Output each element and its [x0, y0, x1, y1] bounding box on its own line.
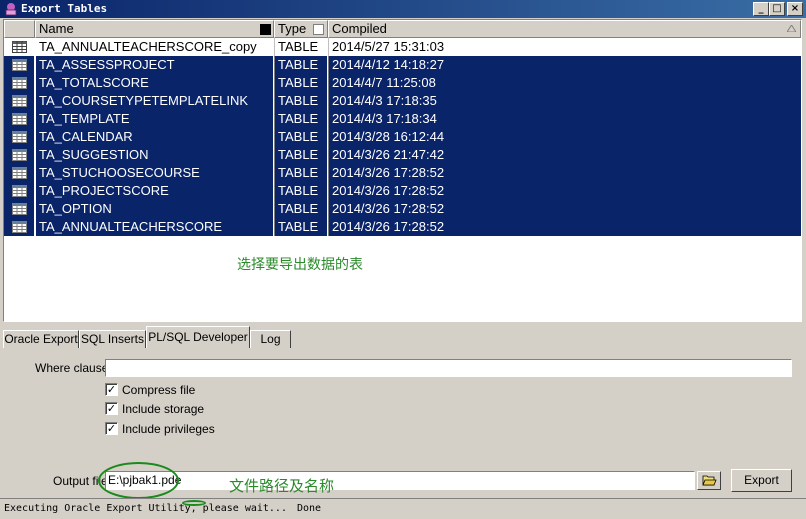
minimize-button[interactable]: _ [753, 2, 769, 16]
cell-compiled: 2014/3/26 17:28:52 [328, 182, 801, 200]
close-button[interactable]: × [787, 2, 803, 16]
header-icon-col [4, 20, 35, 38]
table-icon [4, 182, 34, 200]
maximize-button[interactable]: □ [769, 2, 785, 16]
table-row[interactable]: TA_OPTION TABLE 2014/3/26 17:28:52 [4, 200, 801, 218]
table-icon [4, 218, 34, 236]
table-icon [4, 110, 34, 128]
export-button[interactable]: Export [731, 469, 792, 492]
tab-plsql-developer[interactable]: PL/SQL Developer [146, 326, 250, 348]
cell-compiled: 2014/4/3 17:18:35 [328, 92, 801, 110]
cell-name: TA_ASSESSPROJECT [36, 56, 273, 74]
cell-type: TABLE [274, 110, 327, 128]
cell-type: TABLE [274, 74, 327, 92]
cell-compiled: 2014/4/3 17:18:34 [328, 110, 801, 128]
cell-compiled: 2014/3/26 17:28:52 [328, 164, 801, 182]
table-row[interactable]: TA_STUCHOOSECOURSE TABLE 2014/3/26 17:28:5… [4, 164, 801, 182]
cell-type: TABLE [274, 56, 327, 74]
table-icon [4, 56, 34, 74]
cell-compiled: 2014/3/26 21:47:42 [328, 146, 801, 164]
header-name-label: Name [39, 21, 74, 36]
header-name[interactable]: Name [35, 20, 274, 38]
cell-name: TA_PROJECTSCORE [36, 182, 273, 200]
cell-name: TA_SUGGESTION [36, 146, 273, 164]
compress-file-checkbox[interactable]: ✓ [105, 383, 118, 396]
cell-compiled: 2014/4/12 14:18:27 [328, 56, 801, 74]
cell-type: TABLE [274, 92, 327, 110]
cell-compiled: 2014/3/28 16:12:44 [328, 128, 801, 146]
cell-name: TA_TOTALSCORE [36, 74, 273, 92]
status-bar: Executing Oracle Export Utility, please … [0, 498, 806, 519]
select-tables-annotation: 选择要导出数据的表 [237, 256, 363, 272]
cell-type: TABLE [274, 218, 327, 236]
table-icon [4, 164, 34, 182]
compress-file-label: Compress file [122, 383, 196, 397]
folder-open-icon [702, 475, 717, 486]
cell-type: TABLE [274, 164, 327, 182]
tables-grid[interactable]: Name Type Compiled TA_ANNUALTEACHERSCORE… [3, 19, 802, 322]
table-icon [4, 200, 34, 218]
cell-name: TA_CALENDAR [36, 128, 273, 146]
table-icon [4, 128, 34, 146]
table-row[interactable]: TA_COURSETYPETEMPLATELINK TABLE 2014/4/3 1… [4, 92, 801, 110]
cell-type: TABLE [274, 146, 327, 164]
where-clause-label: Where clause [35, 361, 109, 375]
table-row[interactable]: TA_TEMPLATE TABLE 2014/4/3 17:18:34 [4, 110, 801, 128]
grid-header: Name Type Compiled [4, 20, 801, 38]
status-message: Executing Oracle Export Utility, please … [4, 503, 287, 514]
tab-oracle-export[interactable]: Oracle Export [3, 330, 79, 348]
table-row[interactable]: TA_PROJECTSCORE TABLE 2014/3/26 17:28:52 [4, 182, 801, 200]
status-highlight-mark [182, 500, 206, 506]
cell-compiled: 2014/3/26 17:28:52 [328, 218, 801, 236]
cell-name: TA_ANNUALTEACHERSCORE_copy [39, 39, 257, 54]
cell-type: TABLE [274, 128, 327, 146]
tab-sql-inserts[interactable]: SQL Inserts [79, 330, 146, 348]
table-row[interactable]: TA_CALENDAR TABLE 2014/3/28 16:12:44 [4, 128, 801, 146]
cell-type: TABLE [274, 182, 327, 200]
header-compiled[interactable]: Compiled [328, 20, 801, 38]
app-icon [5, 3, 17, 16]
cell-name: TA_OPTION [36, 200, 273, 218]
cell-name: TA_STUCHOOSECOURSE [36, 164, 273, 182]
table-icon [4, 146, 34, 164]
cell-compiled: 2014/5/27 15:31:03 [328, 38, 801, 56]
table-row[interactable]: TA_ANNUALTEACHERSCORE TABLE 2014/3/26 17:2… [4, 218, 801, 236]
table-row[interactable]: TA_TOTALSCORE TABLE 2014/4/7 11:25:08 [4, 74, 801, 92]
output-file-input[interactable]: E:\pjbak1.pde [105, 471, 695, 490]
table-row[interactable]: TA_SUGGESTION TABLE 2014/3/26 21:47:42 [4, 146, 801, 164]
where-clause-input[interactable] [105, 359, 792, 377]
table-icon [4, 38, 34, 56]
output-highlight-circle [98, 462, 179, 499]
window-title: Export Tables [21, 2, 108, 15]
cell-name: TA_ANNUALTEACHERSCORE [36, 218, 273, 236]
title-bar: Export Tables _ □ × [0, 0, 806, 18]
table-icon [4, 92, 34, 110]
sort-arrow-icon [787, 25, 796, 32]
cell-type: TABLE [274, 38, 327, 56]
include-storage-checkbox[interactable]: ✓ [105, 402, 118, 415]
header-type[interactable]: Type [274, 20, 328, 38]
filter-icon[interactable] [313, 24, 324, 35]
include-privileges-checkbox[interactable]: ✓ [105, 422, 118, 435]
cell-type: TABLE [274, 200, 327, 218]
table-row[interactable]: TA_ANNUALTEACHERSCORE_copy TABLE 2014/5/27… [4, 38, 801, 56]
cell-name: TA_COURSETYPETEMPLATELINK [36, 92, 273, 110]
header-type-label: Type [278, 21, 307, 36]
cell-name: TA_TEMPLATE [36, 110, 273, 128]
tab-log[interactable]: Log [250, 330, 291, 348]
sort-icon[interactable] [260, 24, 271, 35]
include-privileges-label: Include privileges [122, 422, 215, 436]
status-state: Done [297, 503, 322, 514]
table-row[interactable]: TA_ASSESSPROJECT TABLE 2014/4/12 14:18:27 [4, 56, 801, 74]
include-storage-label: Include storage [122, 402, 205, 416]
cell-compiled: 2014/4/7 11:25:08 [328, 74, 801, 92]
browse-button[interactable] [697, 471, 721, 490]
header-compiled-label: Compiled [332, 21, 387, 36]
cell-compiled: 2014/3/26 17:28:52 [328, 200, 801, 218]
output-annotation: 文件路径及名称 [229, 478, 335, 495]
table-icon [4, 74, 34, 92]
